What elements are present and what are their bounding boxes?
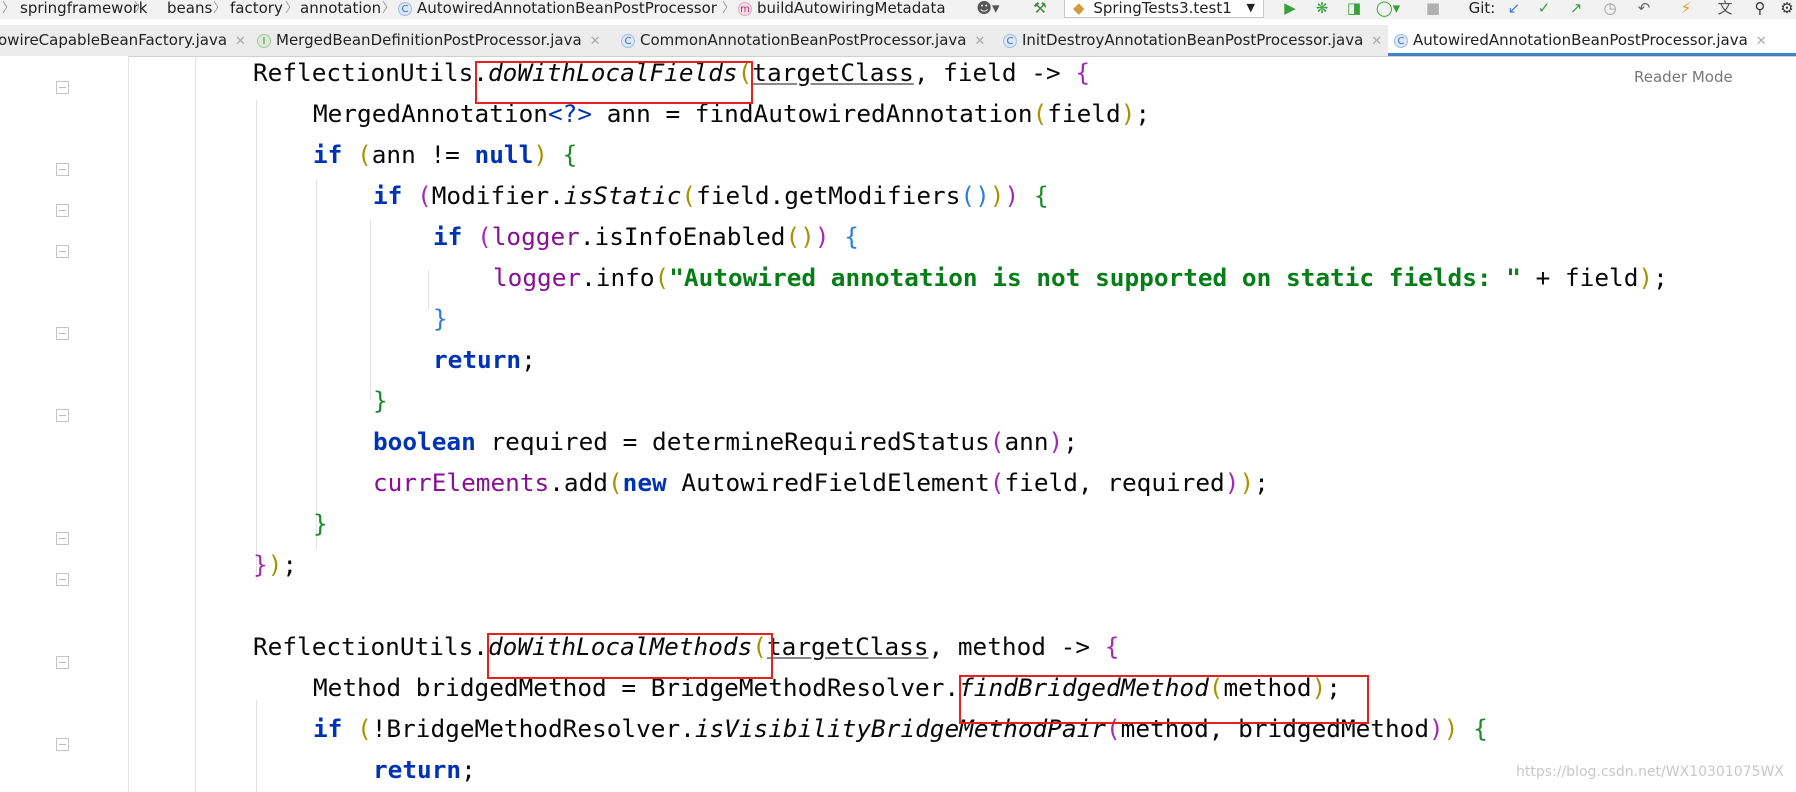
highlight-box-find-bridged-method [959, 675, 1369, 724]
coverage-icon[interactable]: ◨ [1344, 0, 1364, 19]
code-line-5: if (logger.isInfoEnabled()) { [433, 222, 859, 251]
close-icon[interactable]: ✕ [1756, 34, 1767, 49]
user-icon[interactable]: ☻▾ [974, 0, 1002, 19]
close-icon[interactable]: ✕ [590, 34, 601, 49]
tab-autowire-capable-bean-factory[interactable]: owireCapableBeanFactory.java ✕ [0, 25, 246, 56]
git-label: Git: [1468, 0, 1496, 17]
git-update-icon[interactable]: ↙ [1504, 0, 1524, 19]
close-icon[interactable]: ✕ [974, 34, 985, 49]
run-configuration-select[interactable]: ◆ SpringTests3.test1 ▼ [1064, 0, 1264, 18]
class-icon: C [621, 34, 635, 48]
highlight-box-do-with-local-fields [475, 61, 753, 104]
code-line-11: currElements.add(new AutowiredFieldEleme… [373, 468, 1269, 497]
settings-icon[interactable]: ⚙ [1778, 0, 1796, 19]
code-line-8: return; [433, 345, 536, 374]
breadcrumb-method-label: buildAutowiringMetadata [757, 0, 946, 17]
history-icon[interactable]: ◷ [1600, 0, 1620, 19]
build-hammer-icon[interactable]: ⚒ [1030, 0, 1050, 19]
breadcrumb-method[interactable]: m buildAutowiringMetadata [738, 0, 946, 17]
git-commit-icon[interactable]: ✓ [1534, 0, 1554, 19]
editor-tab-bar: owireCapableBeanFactory.java ✕ I MergedBea… [0, 25, 1796, 57]
search-icon[interactable]: ⚲ [1750, 0, 1770, 19]
profile-icon[interactable]: ◯▾ [1374, 0, 1402, 19]
watermark: https://blog.csdn.net/WX10301075WX [1516, 764, 1784, 780]
code-editor[interactable]: ReflectionUtils.doWithLocalFields(target… [0, 56, 1796, 792]
code-line-18: return; [373, 755, 476, 784]
code-line-7: } [433, 304, 448, 333]
close-icon[interactable]: ✕ [235, 34, 246, 49]
tab-label: CommonAnnotationBeanPostProcessor.java [640, 31, 967, 49]
breadcrumb-springframework[interactable]: springframework [20, 0, 147, 17]
run-config-icon: ◆ [1073, 0, 1085, 17]
translate-icon[interactable]: 文 [1714, 0, 1736, 19]
chevron-down-icon: ▼ [1246, 1, 1255, 14]
tab-label: MergedBeanDefinitionPostProcessor.java [276, 31, 582, 49]
breadcrumb-separator: 〉 [285, 1, 299, 16]
tab-label: InitDestroyAnnotationBeanPostProcessor.j… [1022, 31, 1364, 49]
stop-icon[interactable]: ■ [1424, 0, 1442, 19]
tab-label: AutowiredAnnotationBeanPostProcessor.jav… [1413, 31, 1748, 49]
search-everywhere-icon[interactable]: ⚡ [1676, 0, 1696, 19]
breadcrumb-class-label: AutowiredAnnotationBeanPostProcessor [417, 0, 717, 17]
code-line-10: boolean required = determineRequiredStat… [373, 427, 1078, 456]
tab-label: owireCapableBeanFactory.java [0, 31, 228, 49]
breadcrumb-annotation[interactable]: annotation [300, 0, 381, 17]
highlight-box-do-with-local-methods [487, 633, 773, 679]
git-push-icon[interactable]: ↗ [1566, 0, 1586, 19]
method-icon: m [738, 2, 752, 16]
rollback-icon[interactable]: ↶ [1634, 0, 1654, 19]
debug-icon[interactable]: ❋ [1312, 0, 1332, 19]
interface-icon: I [257, 34, 271, 48]
code-line-4: if (Modifier.isStatic(field.getModifiers… [373, 181, 1049, 210]
code-line-6: logger.info("Autowired annotation is not… [493, 263, 1668, 292]
breadcrumb-separator: 〉 [382, 1, 396, 16]
code-line-9: } [373, 386, 388, 415]
tab-merged-bean-definition-post-processor[interactable]: I MergedBeanDefinitionPostProcessor.java ✕ [257, 25, 601, 56]
close-icon[interactable]: ✕ [1371, 34, 1382, 49]
reader-mode-button[interactable]: Reader Mode [1634, 68, 1733, 86]
code-line-12: } [313, 509, 328, 538]
tab-autowired-annotation-bean-post-processor[interactable]: C AutowiredAnnotationBeanPostProcessor.ja… [1388, 25, 1796, 56]
breadcrumb-separator: 〉 [213, 1, 227, 16]
code-line-13: }); [253, 550, 298, 579]
breadcrumb-beans[interactable]: beans [167, 0, 212, 17]
tab-common-annotation-bean-post-processor[interactable]: C CommonAnnotationBeanPostProcessor.java ✕ [621, 25, 985, 56]
breadcrumb-separator: 〉 [722, 1, 736, 16]
class-icon: C [1394, 34, 1408, 48]
run-icon[interactable]: ▶ [1280, 0, 1300, 19]
class-icon: C [1003, 34, 1017, 48]
code-line-3: if (ann != null) { [313, 140, 578, 169]
run-config-label: SpringTests3.test1 [1093, 0, 1232, 17]
breadcrumb-separator: 〉 [134, 1, 148, 16]
breadcrumb-separator: 〉 [2, 1, 16, 16]
tab-init-destroy-annotation-bean-post-processor[interactable]: C InitDestroyAnnotationBeanPostProcessor.… [1003, 25, 1382, 56]
breadcrumb-class[interactable]: C AutowiredAnnotationBeanPostProcessor [398, 0, 717, 17]
breadcrumb-factory[interactable]: factory [230, 0, 283, 17]
navigation-bar: 〉 springframework 〉 beans 〉 factory 〉 an… [0, 0, 1796, 19]
class-icon: C [398, 2, 412, 16]
